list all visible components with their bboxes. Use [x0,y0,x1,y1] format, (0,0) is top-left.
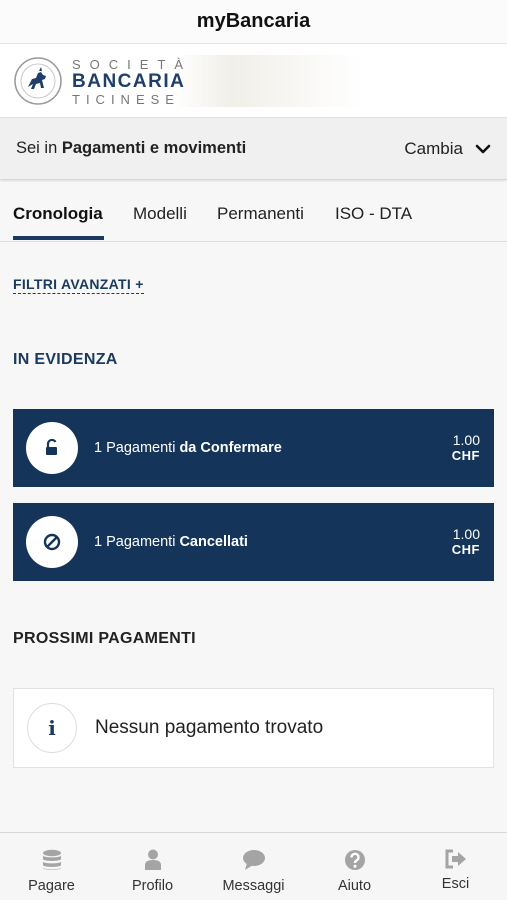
cancelled-payments-card[interactable]: 1 Pagamenti Cancellati 1.00 CHF [13,503,494,581]
wordmark-line-1: SOCIETÀ [72,56,193,72]
tab-iso-dta[interactable]: ISO - DTA [335,204,412,224]
brand-header: SOCIETÀ BANCARIA TICINESE [0,44,507,118]
card-currency: CHF [451,542,480,557]
highlight-section-title: IN EVIDENZA [13,351,118,368]
bottom-navigation: Pagare Profilo Messaggi Aiuto Esci [0,832,507,900]
card-label: 1 Pagamenti Cancellati [94,534,452,550]
unlock-icon [46,439,57,455]
card-amount-value: 1.00 [452,432,480,448]
user-icon [144,849,161,870]
current-section-name: Pagamenti e movimenti [61,139,247,157]
database-icon [42,849,61,870]
nav-label: Pagare [28,878,75,894]
card-count: 1 Pagamenti [94,440,176,456]
bank-wordmark: SOCIETÀ BANCARIA TICINESE [72,54,362,107]
nav-aiuto[interactable]: Aiuto [304,833,405,900]
tab-bar: Cronologia Modelli Permanenti ISO - DTA [0,182,507,242]
tab-cronologia[interactable]: Cronologia [13,204,103,224]
empty-state-message: Nessun pagamento trovato [95,717,324,738]
info-icon: i [27,703,77,753]
nav-messaggi[interactable]: Messaggi [203,833,304,900]
change-section-button[interactable]: Cambia [404,139,491,159]
active-tab-indicator [13,236,104,240]
nav-label: Esci [441,876,470,892]
card-amount: 1.00 CHF [451,526,480,558]
card-currency: CHF [451,448,480,463]
cancelled-icon [43,533,61,551]
tab-permanenti[interactable]: Permanenti [217,204,304,224]
nav-profilo[interactable]: Profilo [102,833,203,900]
nav-label: Aiuto [337,878,372,894]
change-label: Cambia [404,138,463,158]
card-icon-circle [26,422,78,474]
chevron-down-icon [475,144,491,153]
nav-pagare[interactable]: Pagare [1,833,102,900]
upcoming-section-title: PROSSIMI PAGAMENTI [13,630,196,647]
card-amount: 1.00 CHF [451,432,480,464]
card-amount-value: 1.00 [452,526,480,542]
pending-confirmation-card[interactable]: 1 Pagamenti da Confermare 1.00 CHF [13,409,494,487]
bank-seal-logo [14,56,62,105]
section-context-bar: Sei in Pagamenti e movimenti Cambia [0,118,507,180]
chat-icon [242,850,265,870]
advanced-filters-link[interactable]: FILTRI AVANZATI + [13,276,144,294]
nav-label: Messaggi [222,878,285,894]
nav-esci[interactable]: Esci [405,833,506,900]
card-count: 1 Pagamenti [94,534,176,550]
card-label: 1 Pagamenti da Confermare [94,440,452,456]
current-section-prefix: Sei in [16,139,58,157]
tab-modelli[interactable]: Modelli [133,204,187,224]
current-section: Sei in Pagamenti e movimenti [16,139,404,158]
wordmark-line-3: TICINESE [72,91,180,107]
empty-state-box: i Nessun pagamento trovato [13,688,494,768]
card-status: da Confermare [179,440,282,456]
wordmark-line-2: BANCARIA [72,70,186,92]
nav-label: Profilo [131,878,174,894]
help-icon [344,850,365,870]
app-title: myBancaria [0,0,507,44]
logout-icon [445,849,466,869]
card-icon-circle [26,516,78,568]
card-status: Cancellati [179,534,248,550]
